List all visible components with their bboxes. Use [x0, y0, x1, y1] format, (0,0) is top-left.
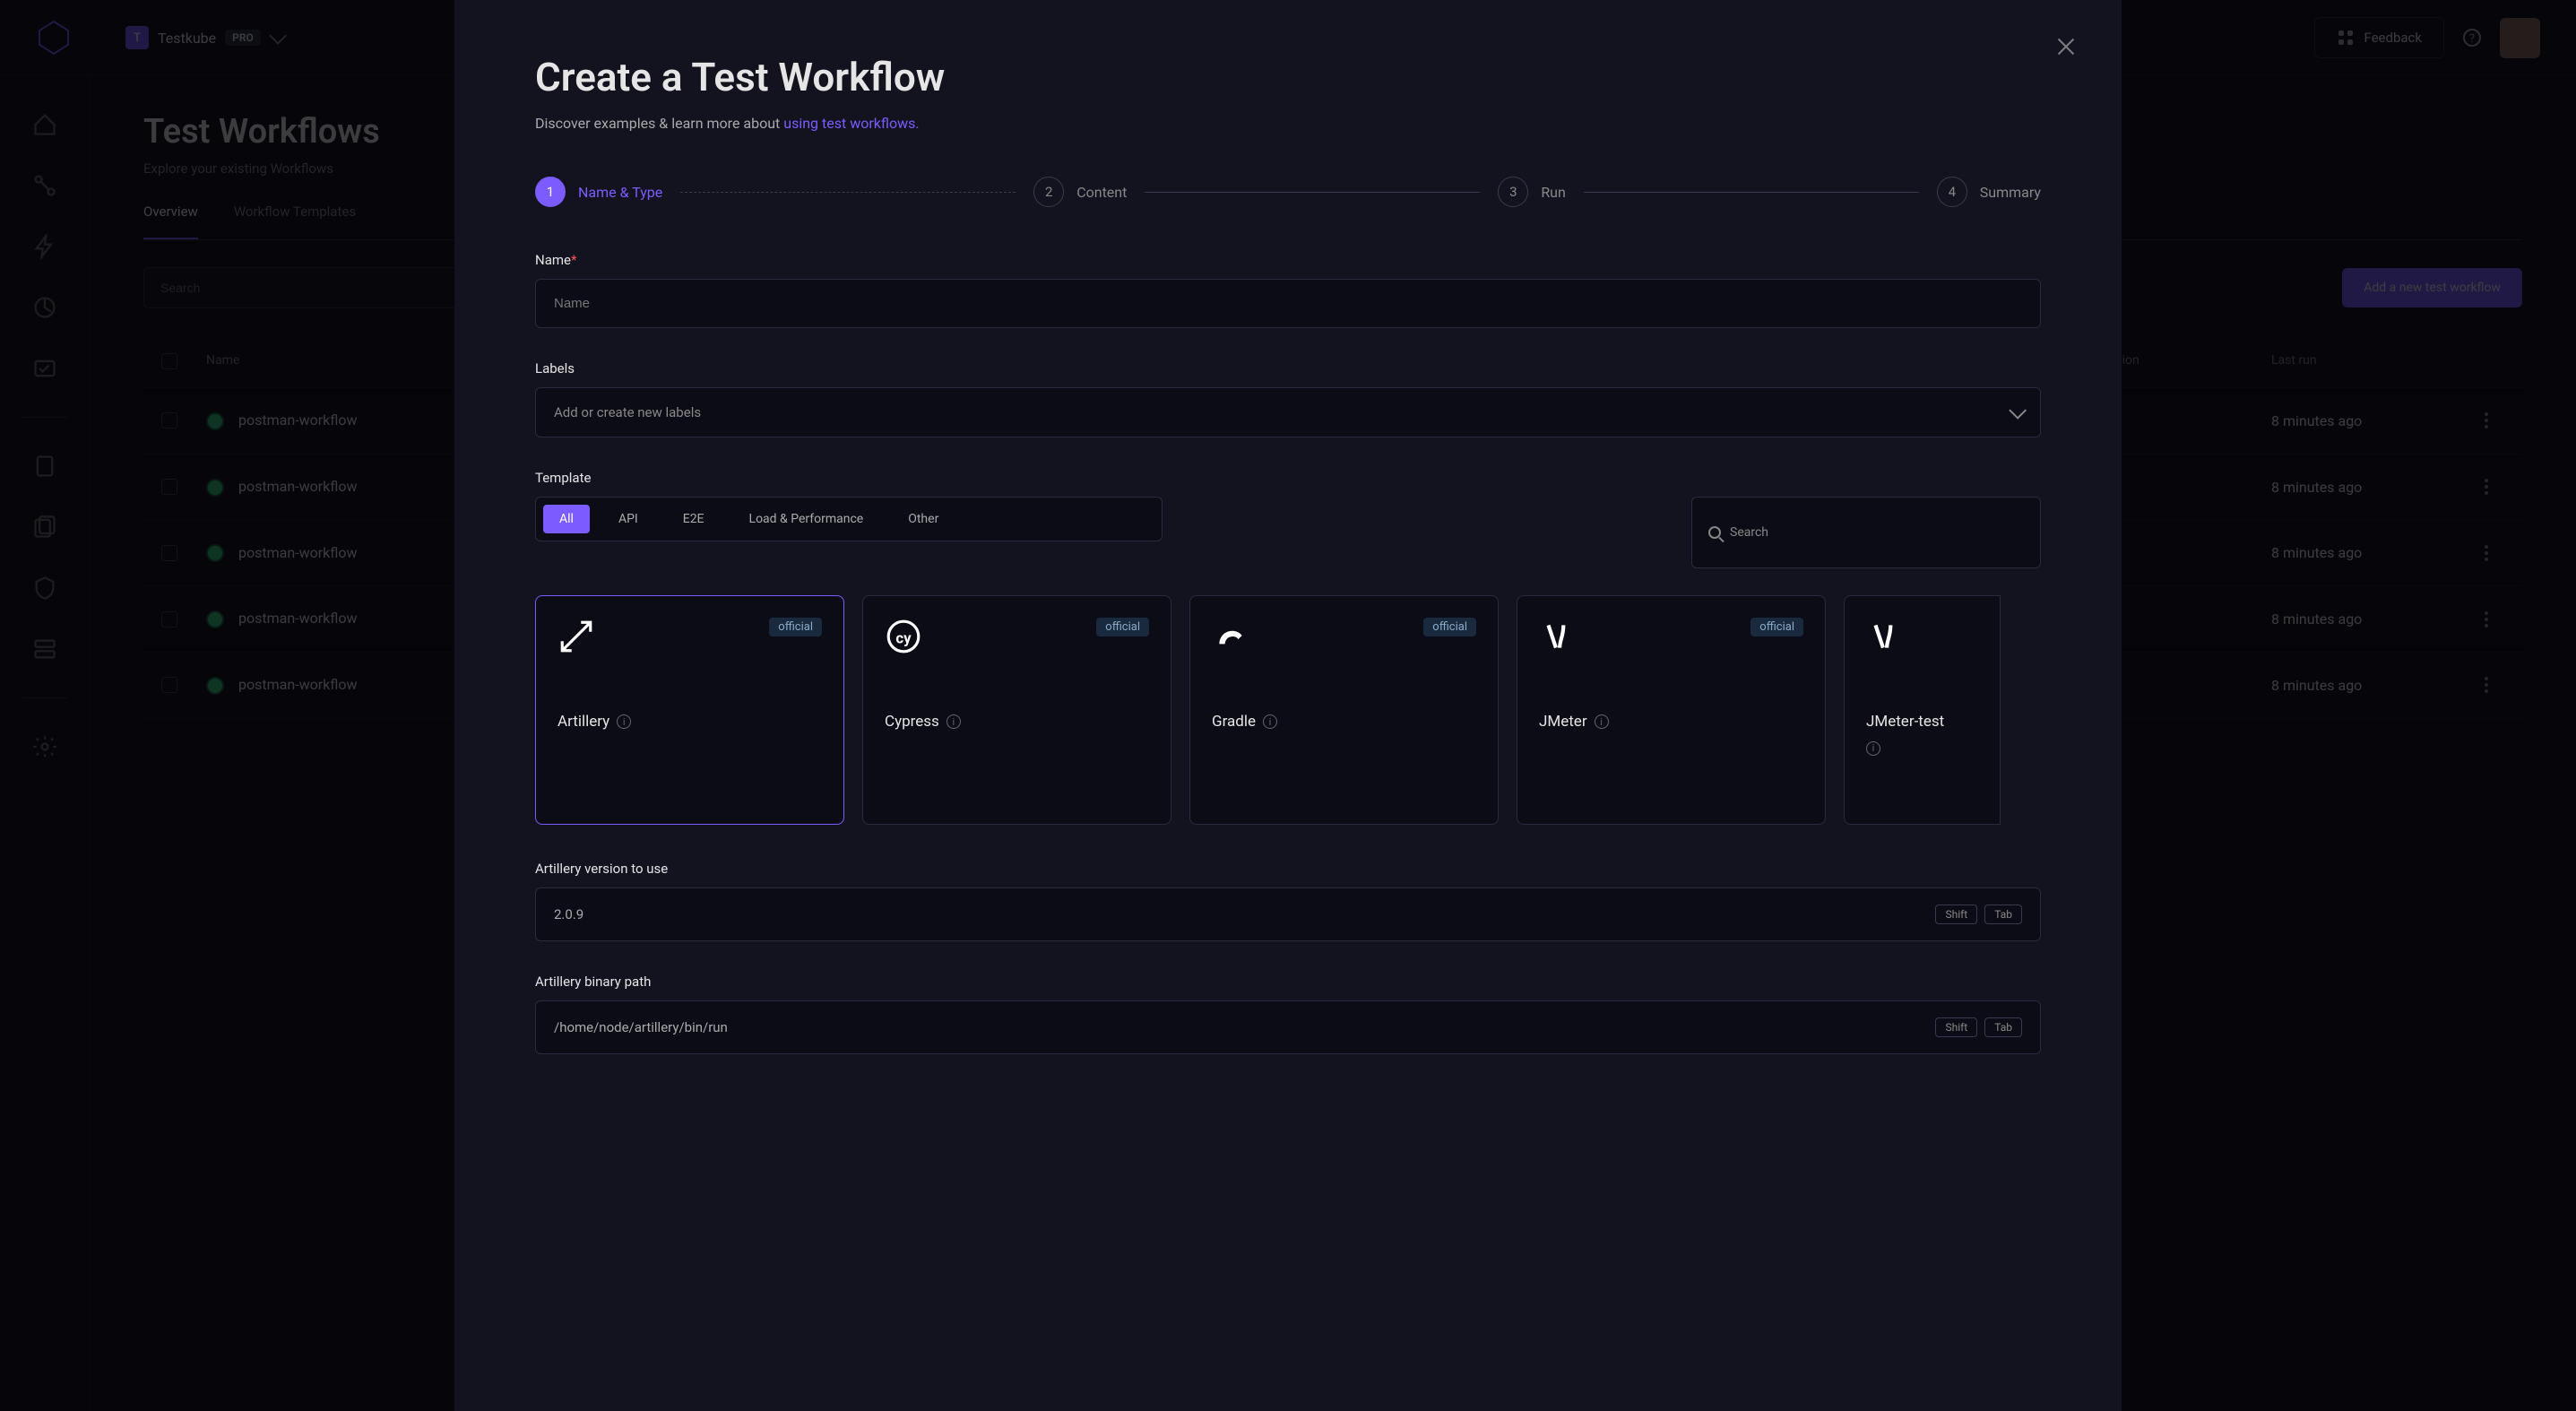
step-number: 1	[535, 177, 566, 207]
template-name: JMeter-test	[1866, 713, 1944, 731]
step-connector	[1584, 192, 1919, 193]
step-number: 4	[1937, 177, 1967, 207]
chevron-down-icon	[2009, 402, 2027, 420]
modal-subtitle: Discover examples & learn more about usi…	[535, 115, 2041, 132]
name-field-label: Name*	[535, 252, 2041, 268]
modal-title: Create a Test Workflow	[535, 54, 2041, 100]
info-icon[interactable]: i	[947, 714, 961, 729]
step-name-type[interactable]: 1 Name & Type	[535, 177, 662, 207]
template-name: JMeter	[1539, 713, 1587, 731]
binary-value: /home/node/artillery/bin/run	[554, 1019, 728, 1035]
step-connector	[1145, 192, 1480, 193]
keyboard-hints: Shift Tab	[1935, 905, 2022, 924]
labels-field-label: Labels	[535, 360, 2041, 377]
gradle-icon	[1212, 618, 1249, 655]
kbd-shift: Shift	[1935, 1017, 1977, 1037]
step-label: Name & Type	[578, 184, 662, 201]
version-input[interactable]: 2.0.9 Shift Tab	[535, 887, 2041, 941]
create-workflow-modal: Create a Test Workflow Discover examples…	[454, 0, 2122, 1411]
filter-api[interactable]: API	[602, 505, 654, 533]
workflow-name-input[interactable]	[535, 279, 2041, 328]
template-card-artillery[interactable]: official Artillery i	[535, 595, 844, 825]
template-name: Gradle	[1212, 713, 1256, 731]
search-placeholder: Search	[1730, 525, 1768, 540]
jmeter-icon	[1866, 618, 1904, 655]
kbd-tab: Tab	[1984, 1017, 2022, 1037]
search-icon	[1708, 526, 1721, 539]
binary-path-input[interactable]: /home/node/artillery/bin/run Shift Tab	[535, 1000, 2041, 1054]
info-icon[interactable]: i	[1866, 741, 1880, 756]
modal-overlay: Create a Test Workflow Discover examples…	[0, 0, 2576, 1411]
template-name: Cypress	[885, 713, 939, 731]
step-run[interactable]: 3 Run	[1498, 177, 1566, 207]
template-cards: official Artillery i cy official Cypress i…	[535, 595, 2041, 825]
artillery-icon	[558, 618, 595, 655]
close-icon[interactable]	[2055, 36, 2077, 57]
keyboard-hints: Shift Tab	[1935, 1017, 2022, 1037]
official-badge: official	[1750, 618, 1803, 636]
info-icon[interactable]: i	[1595, 714, 1609, 729]
step-number: 2	[1033, 177, 1064, 207]
version-field-label: Artillery version to use	[535, 861, 2041, 877]
binary-field-label: Artillery binary path	[535, 974, 2041, 990]
official-badge: official	[1096, 618, 1149, 636]
cypress-icon: cy	[885, 618, 922, 655]
step-label: Content	[1076, 184, 1127, 201]
template-card-cypress[interactable]: cy official Cypress i	[862, 595, 1171, 825]
step-content[interactable]: 2 Content	[1033, 177, 1127, 207]
step-summary[interactable]: 4 Summary	[1937, 177, 2041, 207]
template-filter-bar: All API E2E Load & Performance Other	[535, 497, 1163, 541]
template-field-label: Template	[535, 470, 2041, 486]
filter-e2e[interactable]: E2E	[667, 505, 721, 533]
filter-other[interactable]: Other	[892, 505, 955, 533]
step-number: 3	[1498, 177, 1528, 207]
template-name: Artillery	[558, 713, 609, 731]
template-search-input[interactable]: Search	[1691, 497, 2041, 568]
template-card-jmeter[interactable]: official JMeteri	[1517, 595, 1826, 825]
filter-all[interactable]: All	[543, 505, 590, 533]
official-badge: official	[1423, 618, 1476, 636]
jmeter-icon	[1539, 618, 1577, 655]
workflows-docs-link[interactable]: using test workflows.	[783, 115, 919, 132]
labels-placeholder: Add or create new labels	[554, 404, 701, 420]
step-label: Summary	[1980, 184, 2041, 201]
step-connector	[680, 192, 1016, 193]
template-card-jmeter-test[interactable]: JMeter-test i	[1844, 595, 2001, 825]
info-icon[interactable]: i	[617, 714, 631, 729]
info-icon[interactable]: i	[1263, 714, 1277, 729]
version-value: 2.0.9	[554, 906, 583, 922]
official-badge: official	[769, 618, 822, 636]
wizard-stepper: 1 Name & Type 2 Content 3 Run 4 Summary	[535, 177, 2041, 207]
kbd-shift: Shift	[1935, 905, 1977, 924]
svg-text:cy: cy	[895, 629, 912, 647]
kbd-tab: Tab	[1984, 905, 2022, 924]
template-card-gradle[interactable]: official Gradlei	[1189, 595, 1499, 825]
labels-select[interactable]: Add or create new labels	[535, 387, 2041, 437]
step-label: Run	[1541, 184, 1566, 201]
filter-load[interactable]: Load & Performance	[733, 505, 880, 533]
